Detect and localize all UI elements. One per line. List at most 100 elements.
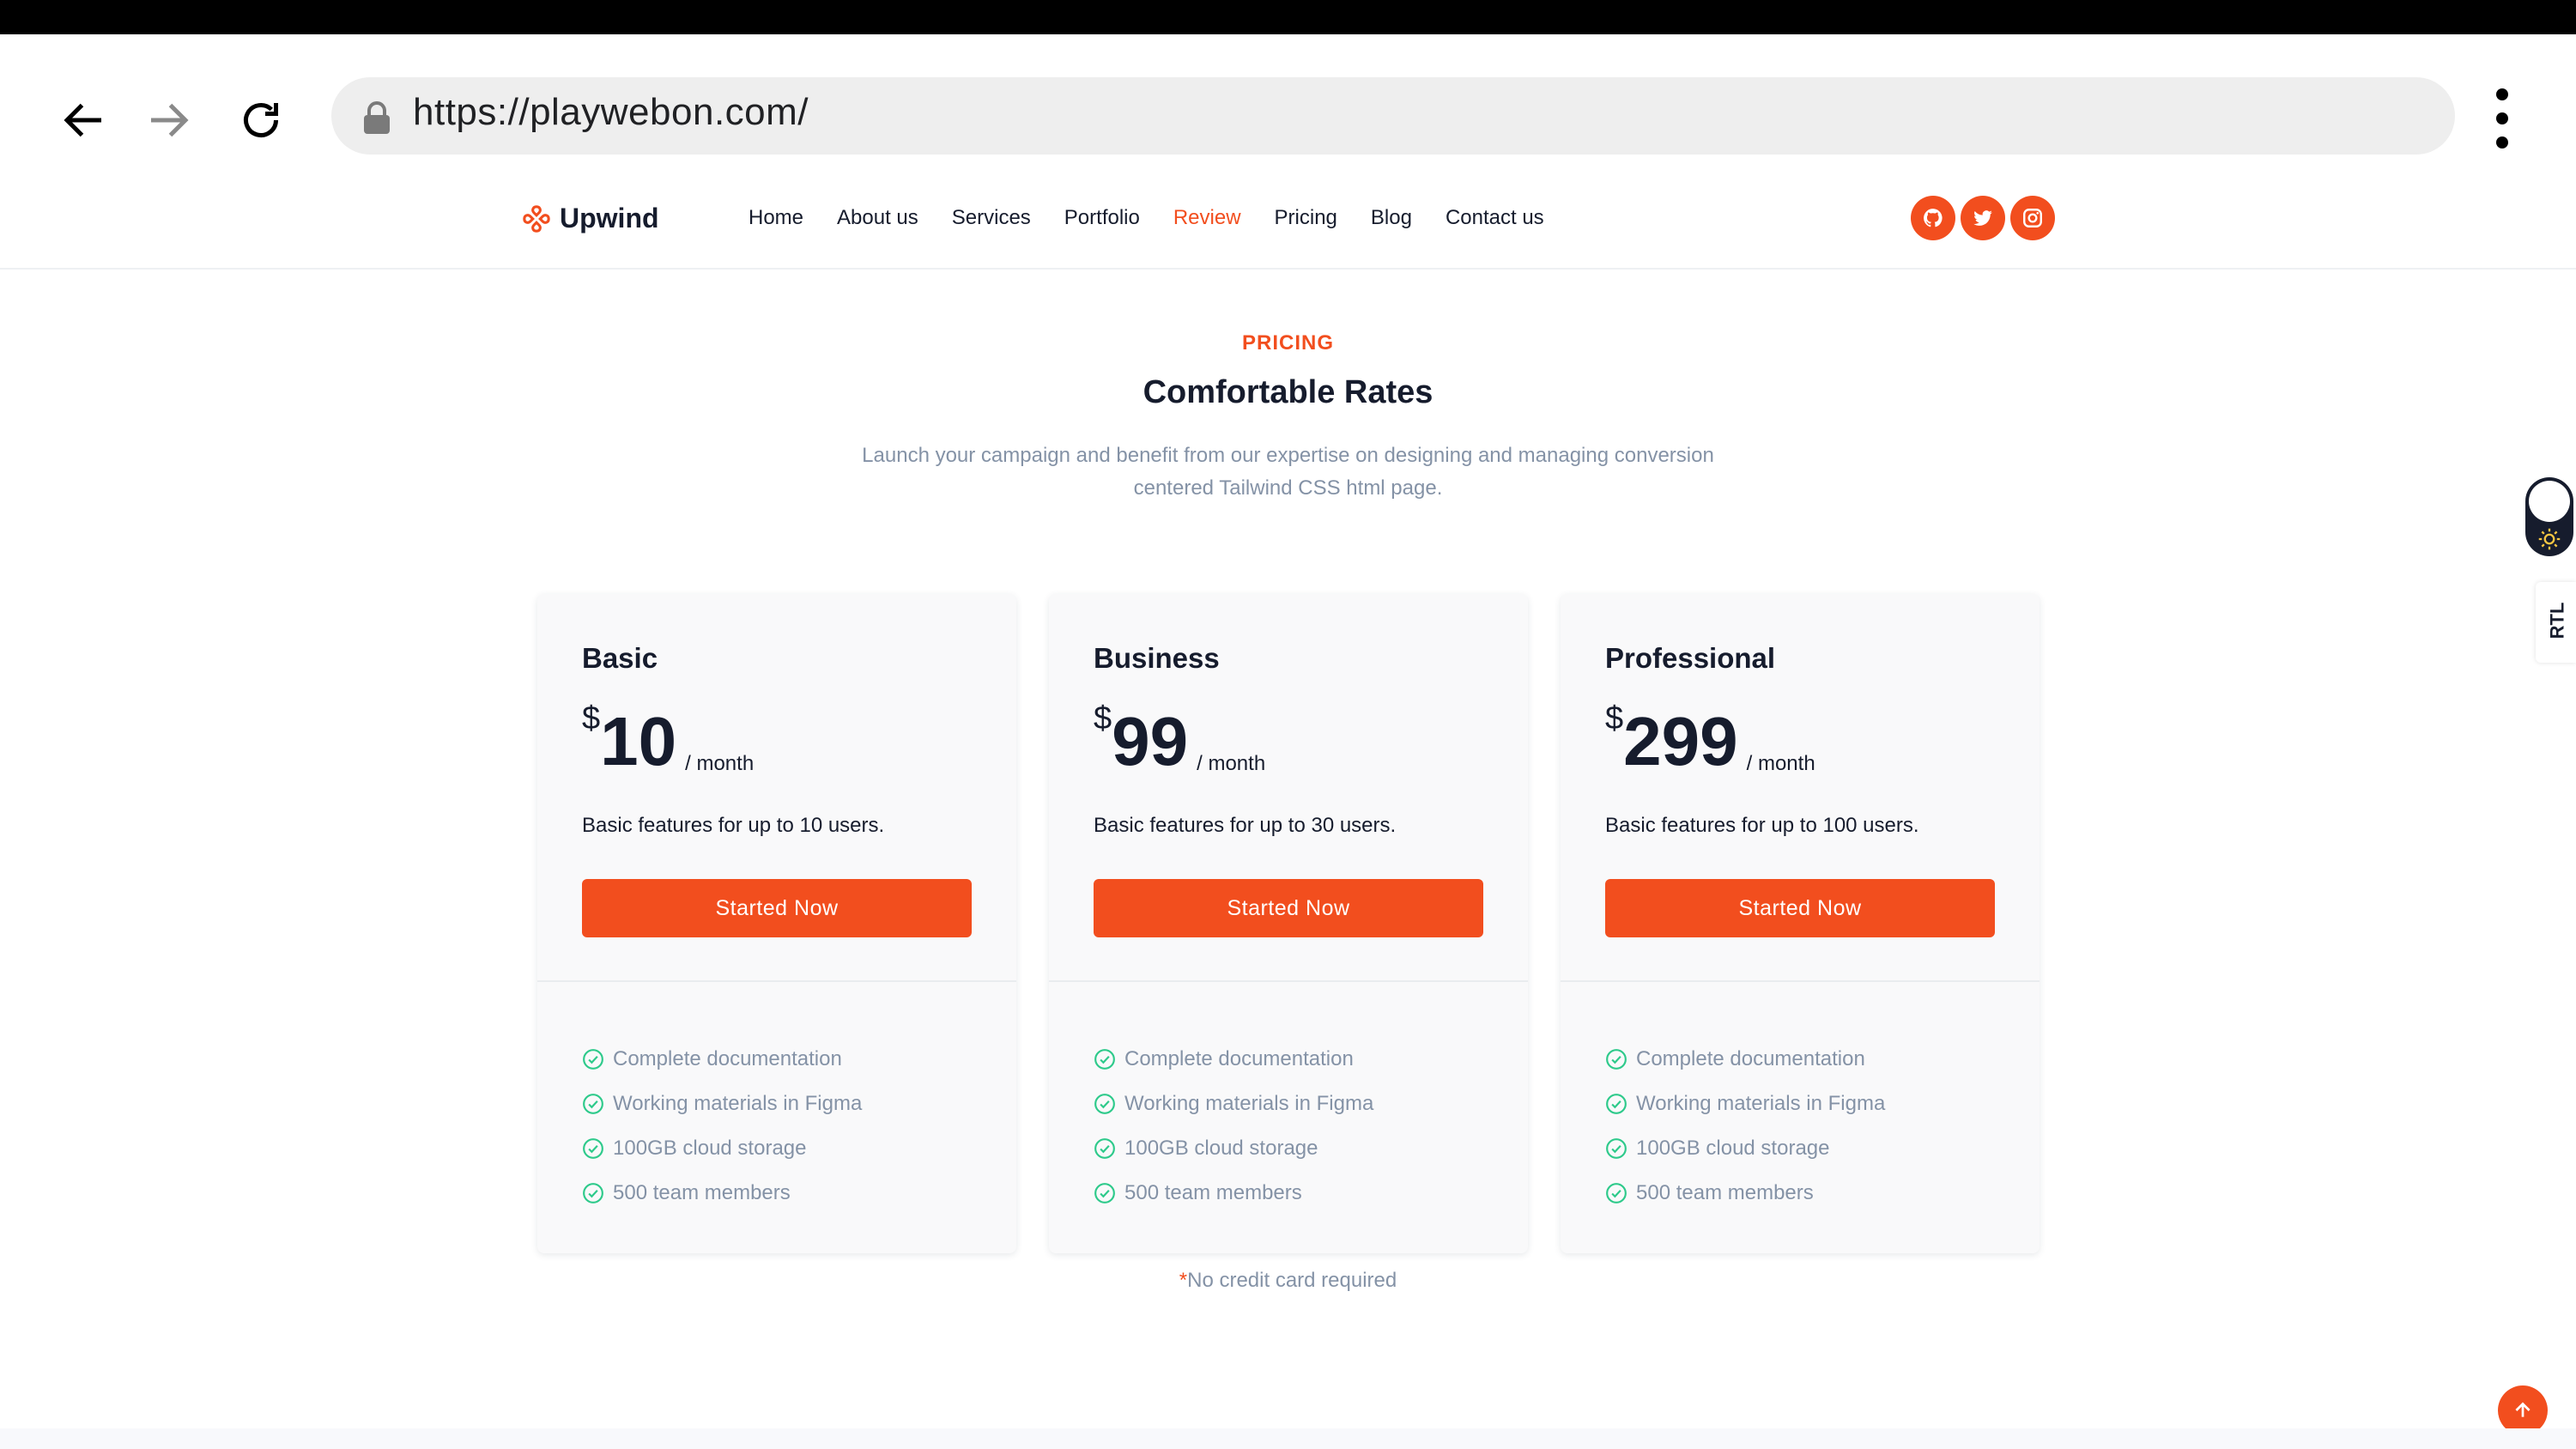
feature-label: 100GB cloud storage: [613, 1137, 807, 1160]
toggle-knob: [2529, 481, 2570, 522]
social-links: [1911, 196, 2060, 240]
feature-label: Working materials in Figma: [613, 1092, 863, 1115]
check-circle-icon: [1094, 1049, 1115, 1070]
price-period: / month: [685, 752, 755, 775]
feature-label: 500 team members: [613, 1181, 791, 1204]
feature-label: Working materials in Figma: [1636, 1092, 1886, 1115]
feature-label: Complete documentation: [1124, 1047, 1354, 1070]
feature-item: Complete documentation: [582, 1037, 862, 1082]
nav-services[interactable]: Services: [952, 206, 1031, 230]
nav-review[interactable]: Review: [1173, 206, 1241, 230]
feature-label: Complete documentation: [613, 1047, 842, 1070]
plan-description: Basic features for up to 30 users.: [1094, 814, 1397, 837]
feature-item: 100GB cloud storage: [1094, 1126, 1373, 1171]
plan-name: Business: [1094, 642, 1220, 674]
plan-price: $ 99 / month: [1094, 700, 1265, 776]
feature-item: Working materials in Figma: [1605, 1082, 1885, 1126]
logo-text: Upwind: [560, 203, 659, 233]
plan-name: Basic: [582, 642, 658, 674]
footnote: *No credit card required: [0, 1269, 2576, 1293]
plan-name: Professional: [1605, 642, 1776, 674]
plan-price: $ 299 / month: [1605, 700, 1815, 776]
price-amount: 99: [1112, 703, 1189, 779]
forward-arrow-icon: [151, 103, 189, 137]
plan-description: Basic features for up to 10 users.: [582, 814, 885, 837]
section-eyebrow: PRICING: [1241, 331, 1334, 355]
check-circle-icon: [583, 1094, 603, 1114]
section-subtitle: Launch your campaign and benefit from ou…: [862, 444, 1714, 500]
rtl-label: RTL: [2546, 602, 2568, 640]
feature-list: Complete documentation Working materials…: [582, 1037, 862, 1216]
started-now-button[interactable]: Started Now: [1605, 879, 1995, 937]
nav-about-us[interactable]: About us: [837, 206, 918, 230]
plan-price: $ 10 / month: [582, 700, 754, 776]
nav-blog[interactable]: Blog: [1371, 206, 1412, 230]
github-icon: [1924, 209, 1943, 227]
price-period: / month: [1197, 752, 1266, 775]
github-link[interactable]: [1911, 196, 1955, 240]
address-bar[interactable]: https://playwebon.com/: [331, 77, 2455, 155]
pricing-card-basic: Basic $ 10 / month Basic features for up…: [537, 594, 1016, 1253]
rtl-toggle[interactable]: RTL: [2536, 582, 2576, 663]
check-circle-icon: [1094, 1094, 1115, 1114]
pricing-card-professional: Professional $ 299 / month Basic feature…: [1561, 594, 2040, 1253]
footnote-asterisk: *: [1179, 1269, 1188, 1292]
feature-item: Working materials in Figma: [1094, 1082, 1373, 1126]
feature-label: 500 team members: [1636, 1181, 1814, 1204]
sun-icon: [2538, 528, 2561, 550]
price-currency: $: [582, 700, 601, 737]
browser-menu-button[interactable]: [2489, 88, 2515, 149]
feature-item: 100GB cloud storage: [1605, 1126, 1885, 1171]
feature-list: Complete documentation Working materials…: [1094, 1037, 1373, 1216]
plan-description: Basic features for up to 100 users.: [1605, 814, 1919, 837]
nav-home[interactable]: Home: [749, 206, 803, 230]
feature-label: Working materials in Figma: [1124, 1092, 1374, 1115]
check-circle-icon: [583, 1138, 603, 1159]
nav-contact-us[interactable]: Contact us: [1446, 206, 1544, 230]
feature-label: 100GB cloud storage: [1124, 1137, 1318, 1160]
price-period: / month: [1746, 752, 1815, 775]
feature-item: 500 team members: [1094, 1171, 1373, 1216]
check-circle-icon: [583, 1049, 603, 1070]
forward-button[interactable]: [134, 86, 203, 155]
reload-button[interactable]: [227, 86, 295, 155]
feature-item: 500 team members: [1605, 1171, 1885, 1216]
feature-label: Complete documentation: [1636, 1047, 1865, 1070]
feature-item: 500 team members: [582, 1171, 862, 1216]
price-amount: 10: [600, 703, 677, 779]
check-circle-icon: [1606, 1049, 1627, 1070]
feature-item: 100GB cloud storage: [582, 1126, 862, 1171]
check-circle-icon: [1606, 1183, 1627, 1203]
status-bar: [0, 0, 2576, 34]
started-now-button[interactable]: Started Now: [582, 879, 972, 937]
instagram-icon: [2023, 209, 2042, 227]
nav-portfolio[interactable]: Portfolio: [1064, 206, 1140, 230]
feature-label: 100GB cloud storage: [1636, 1137, 1830, 1160]
check-circle-icon: [1606, 1094, 1627, 1114]
main-nav: Home About us Services Portfolio Review …: [749, 206, 1578, 230]
feature-item: Working materials in Figma: [582, 1082, 862, 1126]
twitter-link[interactable]: [1961, 196, 2005, 240]
check-circle-icon: [583, 1183, 603, 1203]
price-amount: 299: [1623, 703, 1738, 779]
check-circle-icon: [1094, 1183, 1115, 1203]
check-circle-icon: [1606, 1138, 1627, 1159]
section-title: Comfortable Rates: [1143, 374, 1433, 410]
pricing-card-business: Business $ 99 / month Basic features for…: [1049, 594, 1528, 1253]
price-currency: $: [1094, 700, 1112, 737]
feature-item: Complete documentation: [1094, 1037, 1373, 1082]
site-header: Upwind Home About us Services Portfolio …: [0, 163, 2576, 270]
theme-toggle[interactable]: [2525, 477, 2573, 556]
instagram-link[interactable]: [2010, 196, 2055, 240]
feature-list: Complete documentation Working materials…: [1605, 1037, 1885, 1216]
reload-icon: [244, 103, 278, 137]
twitter-icon: [1973, 210, 1992, 226]
started-now-button[interactable]: Started Now: [1094, 879, 1483, 937]
nav-pricing[interactable]: Pricing: [1275, 206, 1337, 230]
logo-icon: [523, 204, 550, 233]
url-text: https://playwebon.com/: [413, 91, 809, 133]
back-button[interactable]: [50, 86, 118, 155]
check-circle-icon: [1094, 1138, 1115, 1159]
logo[interactable]: Upwind: [522, 203, 659, 234]
price-currency: $: [1605, 700, 1624, 737]
